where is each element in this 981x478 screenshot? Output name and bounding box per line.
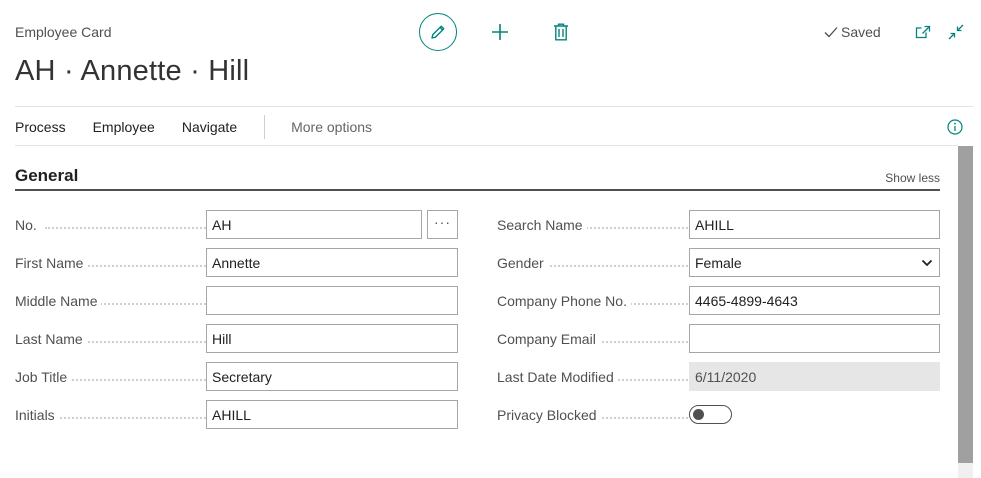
gender-select[interactable]: Female (689, 248, 940, 277)
field-label: Company Phone No. (497, 293, 631, 309)
field-search-name: Search Name (497, 210, 940, 239)
header-divider (15, 106, 973, 107)
pencil-icon (431, 25, 445, 39)
collapse-button[interactable] (946, 22, 966, 42)
page-title: AH · Annette · Hill (15, 55, 250, 87)
last-name-input[interactable] (206, 324, 458, 353)
field-label: Company Email (497, 331, 600, 347)
open-new-window-button[interactable] (913, 22, 933, 42)
field-first-name: First Name (15, 248, 458, 277)
collapse-icon (948, 24, 964, 40)
initials-input[interactable] (206, 400, 458, 429)
edit-button[interactable] (419, 13, 457, 51)
saved-status: Saved (824, 24, 881, 40)
company-email-input[interactable] (689, 324, 940, 353)
plus-icon (492, 24, 508, 40)
field-label: Last Date Modified (497, 369, 618, 385)
info-icon (947, 119, 963, 135)
action-separator (264, 115, 266, 139)
check-icon (824, 27, 838, 38)
action-divider (15, 145, 958, 146)
saved-label: Saved (841, 24, 881, 40)
field-label: Search Name (497, 217, 587, 233)
field-gender: Gender Female (497, 248, 940, 277)
action-navigate[interactable]: Navigate (182, 119, 237, 135)
toggle-knob (693, 408, 704, 420)
page-caption: Employee Card (15, 24, 112, 40)
job-title-input[interactable] (206, 362, 458, 391)
field-label: First Name (15, 255, 88, 271)
company-phone-input[interactable] (689, 286, 940, 315)
info-button[interactable] (946, 118, 964, 136)
action-more-options[interactable]: More options (291, 119, 372, 135)
delete-button[interactable] (550, 20, 572, 44)
field-last-name: Last Name (15, 324, 458, 353)
privacy-blocked-toggle[interactable] (689, 405, 732, 424)
new-button[interactable] (488, 20, 512, 44)
field-initials: Initials (15, 400, 458, 429)
action-process[interactable]: Process (15, 119, 66, 135)
first-name-input[interactable] (206, 248, 458, 277)
field-label: Job Title (15, 369, 72, 385)
gender-select-wrapper: Female (689, 248, 940, 277)
action-employee[interactable]: Employee (93, 119, 155, 135)
trash-icon (554, 23, 568, 41)
scrollbar-thumb[interactable] (958, 146, 973, 463)
field-label: Initials (15, 407, 59, 423)
section-general: General Show less (15, 165, 940, 191)
field-privacy-blocked: Privacy Blocked (497, 400, 940, 429)
show-less-link[interactable]: Show less (885, 171, 940, 185)
middle-name-input[interactable] (206, 286, 458, 315)
open-in-new-window-icon (915, 25, 931, 39)
field-label: Privacy Blocked (497, 407, 601, 423)
vertical-scrollbar[interactable] (958, 146, 973, 478)
field-middle-name: Middle Name (15, 286, 458, 315)
field-job-title: Job Title (15, 362, 458, 391)
field-label: Middle Name (15, 293, 102, 309)
field-no: No. ··· (15, 210, 458, 239)
section-title: General (15, 166, 79, 185)
field-label: Gender (497, 255, 548, 271)
field-last-date-modified: Last Date Modified (497, 362, 940, 391)
search-name-input[interactable] (689, 210, 940, 239)
field-label: No. (15, 217, 41, 233)
field-label: Last Name (15, 331, 87, 347)
action-bar: Process Employee Navigate More options (15, 115, 372, 139)
field-company-phone: Company Phone No. (497, 286, 940, 315)
no-input[interactable] (206, 210, 422, 239)
last-date-modified-value (689, 362, 940, 391)
no-lookup-button[interactable]: ··· (427, 210, 458, 239)
field-company-email: Company Email (497, 324, 940, 353)
